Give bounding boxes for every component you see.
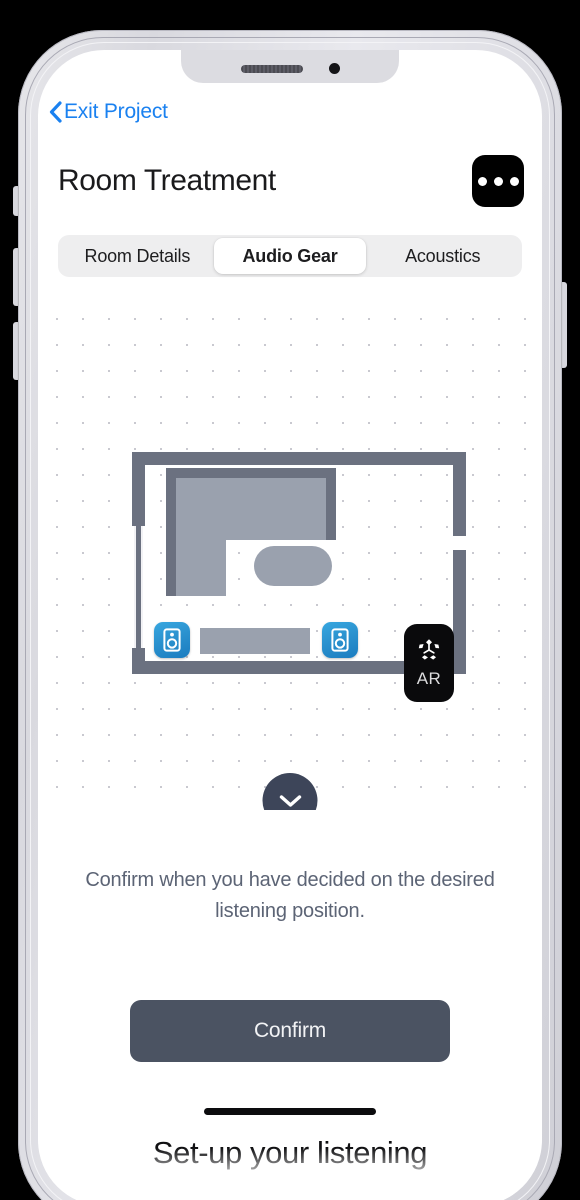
chevron-down-icon bbox=[279, 794, 301, 807]
tab-audio-gear[interactable]: Audio Gear bbox=[213, 238, 367, 274]
next-section-title: Set-up your listening bbox=[152, 1135, 428, 1170]
speaker-icon bbox=[331, 628, 349, 652]
front-camera-icon bbox=[328, 63, 340, 74]
wall-top bbox=[132, 452, 466, 465]
wall-left-upper bbox=[132, 452, 145, 526]
speaker-left[interactable] bbox=[154, 622, 190, 658]
power-button[interactable] bbox=[561, 282, 567, 368]
page-title: Room Treatment bbox=[58, 164, 276, 197]
exit-project-button[interactable]: Exit Project bbox=[48, 100, 168, 124]
chevron-left-icon bbox=[48, 101, 62, 123]
media-console[interactable] bbox=[200, 628, 310, 654]
helper-text: Confirm when you have decided on the des… bbox=[85, 869, 495, 922]
speaker-right[interactable] bbox=[322, 622, 358, 658]
sectional-sofa-back-cushion bbox=[226, 478, 326, 540]
header-row: Room Treatment bbox=[58, 155, 524, 207]
more-dot bbox=[493, 176, 503, 186]
tab-room-details[interactable]: Room Details bbox=[61, 238, 214, 274]
phone-screen: Exit Project Room Treatment Room Details… bbox=[38, 50, 542, 1200]
ar-button-label: AR bbox=[416, 669, 442, 688]
silent-switch[interactable] bbox=[13, 186, 19, 216]
expand-plan-button[interactable] bbox=[262, 773, 318, 810]
room-outline: AR bbox=[132, 452, 466, 702]
more-dot bbox=[477, 176, 487, 186]
door-opening bbox=[134, 526, 143, 648]
wall-right-upper bbox=[453, 452, 466, 536]
tab-bar: Room Details Audio Gear Acoustics bbox=[58, 235, 522, 277]
sectional-sofa-arm-cushion bbox=[176, 478, 226, 596]
cube-3d-icon bbox=[418, 639, 440, 660]
screenshot-root: Exit Project Room Treatment Room Details… bbox=[0, 0, 580, 1200]
ar-view-button[interactable]: AR bbox=[404, 624, 454, 702]
wall-right-lower bbox=[453, 550, 466, 674]
earpiece-speaker-icon bbox=[240, 64, 303, 73]
home-indicator[interactable] bbox=[204, 1108, 376, 1115]
floor-plan-canvas[interactable]: AR bbox=[38, 300, 542, 810]
volume-down-button[interactable] bbox=[13, 322, 19, 380]
more-options-button[interactable] bbox=[472, 155, 524, 207]
more-dot bbox=[509, 176, 519, 186]
confirm-button[interactable]: Confirm bbox=[130, 1000, 450, 1062]
volume-up-button[interactable] bbox=[13, 248, 19, 306]
speaker-icon bbox=[163, 628, 181, 652]
exit-project-label: Exit Project bbox=[64, 100, 168, 123]
phone-notch bbox=[181, 50, 399, 83]
coffee-table[interactable] bbox=[254, 546, 332, 586]
tab-acoustics[interactable]: Acoustics bbox=[366, 238, 519, 274]
